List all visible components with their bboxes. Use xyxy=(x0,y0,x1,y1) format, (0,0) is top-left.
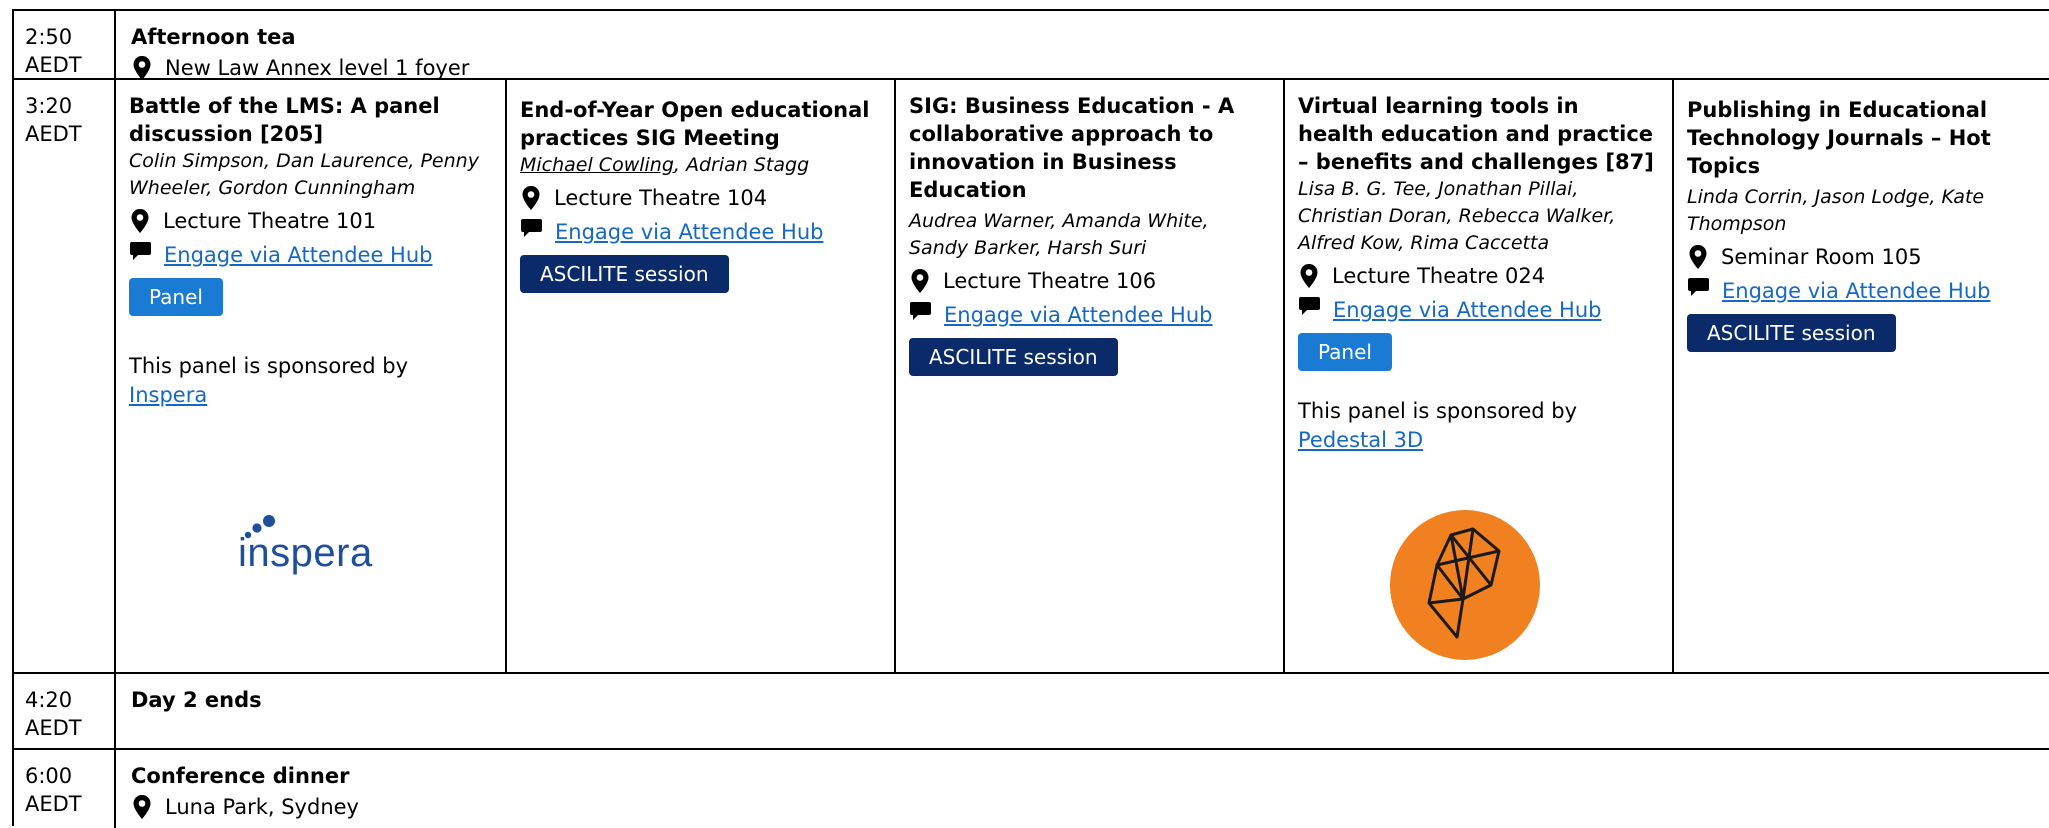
sponsor-link-pedestal-3d[interactable]: Pedestal 3D xyxy=(1298,428,1423,452)
time-value: 4:20 xyxy=(25,688,73,712)
location-text: Lecture Theatre 101 xyxy=(163,209,377,233)
engage-row: Engage via Attendee Hub xyxy=(1687,276,2037,306)
time-value: 3:20 xyxy=(25,94,73,118)
session-title: Day 2 ends xyxy=(131,688,262,712)
panel-badge[interactable]: Panel xyxy=(129,278,223,316)
chat-bubble-icon xyxy=(130,242,151,260)
engage-attendee-hub-link[interactable]: Engage via Attendee Hub xyxy=(944,300,1212,330)
map-pin-icon xyxy=(911,269,929,293)
session-location: New Law Annex level 1 foyer xyxy=(131,53,2049,83)
map-pin-icon xyxy=(1300,264,1318,288)
session-authors: Michael Cowling, Adrian Stagg xyxy=(520,152,880,179)
sponsor-link-inspera[interactable]: Inspera xyxy=(129,383,207,407)
sponsor-note: This panel is sponsored by Pedestal 3D xyxy=(1298,397,1658,455)
location-text: Lecture Theatre 104 xyxy=(554,186,768,210)
engage-row: Engage via Attendee Hub xyxy=(1298,295,1658,325)
chat-bubble-icon xyxy=(521,219,542,237)
location-text: Luna Park, Sydney xyxy=(165,795,359,819)
session-authors: Colin Simpson, Dan Laurence, Penny Wheel… xyxy=(129,150,479,199)
session-cell: Day 2 ends xyxy=(116,674,2049,748)
session-cell: Afternoon tea New Law Annex level 1 foye… xyxy=(116,11,2049,80)
time-zone: AEDT xyxy=(25,792,82,816)
session-authors: Lisa B. G. Tee, Jonathan Pillai, Christi… xyxy=(1298,178,1616,254)
session-card: End-of-Year Open educational practices S… xyxy=(505,80,894,672)
session-title: End-of-Year Open educational practices S… xyxy=(520,98,870,150)
schedule-table: 2:50 AEDT Afternoon tea New Law Annex le… xyxy=(12,9,2049,828)
session-location: Lecture Theatre 024 xyxy=(1298,261,1658,291)
time-zone: AEDT xyxy=(25,122,82,146)
session-location: Luna Park, Sydney xyxy=(131,792,2049,822)
schedule-row-afternoon-tea: 2:50 AEDT Afternoon tea New Law Annex le… xyxy=(14,11,2049,80)
time-value: 2:50 xyxy=(25,25,73,49)
engage-row: Engage via Attendee Hub xyxy=(129,240,491,270)
session-title: SIG: Business Education - A collaborativ… xyxy=(909,94,1235,202)
engage-attendee-hub-link[interactable]: Engage via Attendee Hub xyxy=(1722,276,1990,306)
session-title: Conference dinner xyxy=(131,764,350,788)
time-cell: 6:00 AEDT xyxy=(14,750,116,828)
session-authors: Linda Corrin, Jason Lodge, Kate Thompson xyxy=(1687,186,1985,235)
inspera-logo-wordmark: inspera xyxy=(238,531,373,575)
map-pin-icon xyxy=(1689,245,1707,269)
sponsor-note: This panel is sponsored by Inspera xyxy=(129,352,491,410)
ascilite-session-badge[interactable]: ASCILITE session xyxy=(909,338,1118,376)
author-link[interactable]: Michael Cowling xyxy=(520,154,674,176)
session-location: Lecture Theatre 104 xyxy=(520,183,880,213)
time-cell: 4:20 AEDT xyxy=(14,674,116,748)
map-pin-icon xyxy=(133,795,151,819)
time-cell: 2:50 AEDT xyxy=(14,11,116,78)
panel-badge[interactable]: Panel xyxy=(1298,333,1392,371)
session-card: Battle of the LMS: A panel discussion [2… xyxy=(116,80,505,672)
time-cell: 3:20 AEDT xyxy=(14,80,116,672)
chat-bubble-icon xyxy=(1688,278,1709,296)
session-location: Seminar Room 105 xyxy=(1687,242,2037,272)
sponsor-text: This panel is sponsored by xyxy=(129,354,409,378)
schedule-row-sessions: 3:20 AEDT Battle of the LMS: A panel dis… xyxy=(14,80,2049,674)
time-zone: AEDT xyxy=(25,716,82,740)
schedule-row-day-end: 4:20 AEDT Day 2 ends xyxy=(14,674,2049,750)
session-location: Lecture Theatre 101 xyxy=(129,206,491,236)
session-location: Lecture Theatre 106 xyxy=(909,266,1269,296)
engage-row: Engage via Attendee Hub xyxy=(520,217,880,247)
schedule-row-conference-dinner: 6:00 AEDT Conference dinner Luna Park, S… xyxy=(14,750,2049,828)
pedestal-3d-logo-mark xyxy=(1390,510,1540,660)
time-value: 6:00 xyxy=(25,764,73,788)
session-authors: Audrea Warner, Amanda White, Sandy Barke… xyxy=(909,210,1209,259)
sponsor-text: This panel is sponsored by xyxy=(1298,399,1578,423)
location-text: New Law Annex level 1 foyer xyxy=(165,56,470,80)
session-title: Virtual learning tools in health educati… xyxy=(1298,94,1654,174)
map-pin-icon xyxy=(133,56,151,80)
session-card: Virtual learning tools in health educati… xyxy=(1283,80,1672,672)
location-text: Seminar Room 105 xyxy=(1721,245,1922,269)
location-text: Lecture Theatre 106 xyxy=(943,269,1157,293)
time-zone: AEDT xyxy=(25,53,82,77)
session-title: Publishing in Educational Technology Jou… xyxy=(1687,98,1991,178)
map-pin-icon xyxy=(131,209,149,233)
chat-bubble-icon xyxy=(910,302,931,320)
map-pin-icon xyxy=(522,186,540,210)
session-card: Publishing in Educational Technology Jou… xyxy=(1672,80,2049,672)
engage-row: Engage via Attendee Hub xyxy=(909,300,1269,330)
pedestal-3d-logo[interactable] xyxy=(1389,509,1541,661)
engage-attendee-hub-link[interactable]: Engage via Attendee Hub xyxy=(1333,295,1601,325)
inspera-logo[interactable]: inspera xyxy=(236,515,386,585)
engage-attendee-hub-link[interactable]: Engage via Attendee Hub xyxy=(164,240,432,270)
ascilite-session-badge[interactable]: ASCILITE session xyxy=(520,255,729,293)
location-text: Lecture Theatre 024 xyxy=(1332,264,1546,288)
chat-bubble-icon xyxy=(1299,297,1320,315)
engage-attendee-hub-link[interactable]: Engage via Attendee Hub xyxy=(555,217,823,247)
session-title: Battle of the LMS: A panel discussion [2… xyxy=(129,94,440,146)
author-names: , Adrian Stagg xyxy=(673,154,810,176)
session-card: SIG: Business Education - A collaborativ… xyxy=(894,80,1283,672)
ascilite-session-badge[interactable]: ASCILITE session xyxy=(1687,314,1896,352)
session-title: Afternoon tea xyxy=(131,25,296,49)
session-cell: Conference dinner Luna Park, Sydney xyxy=(116,750,2049,828)
